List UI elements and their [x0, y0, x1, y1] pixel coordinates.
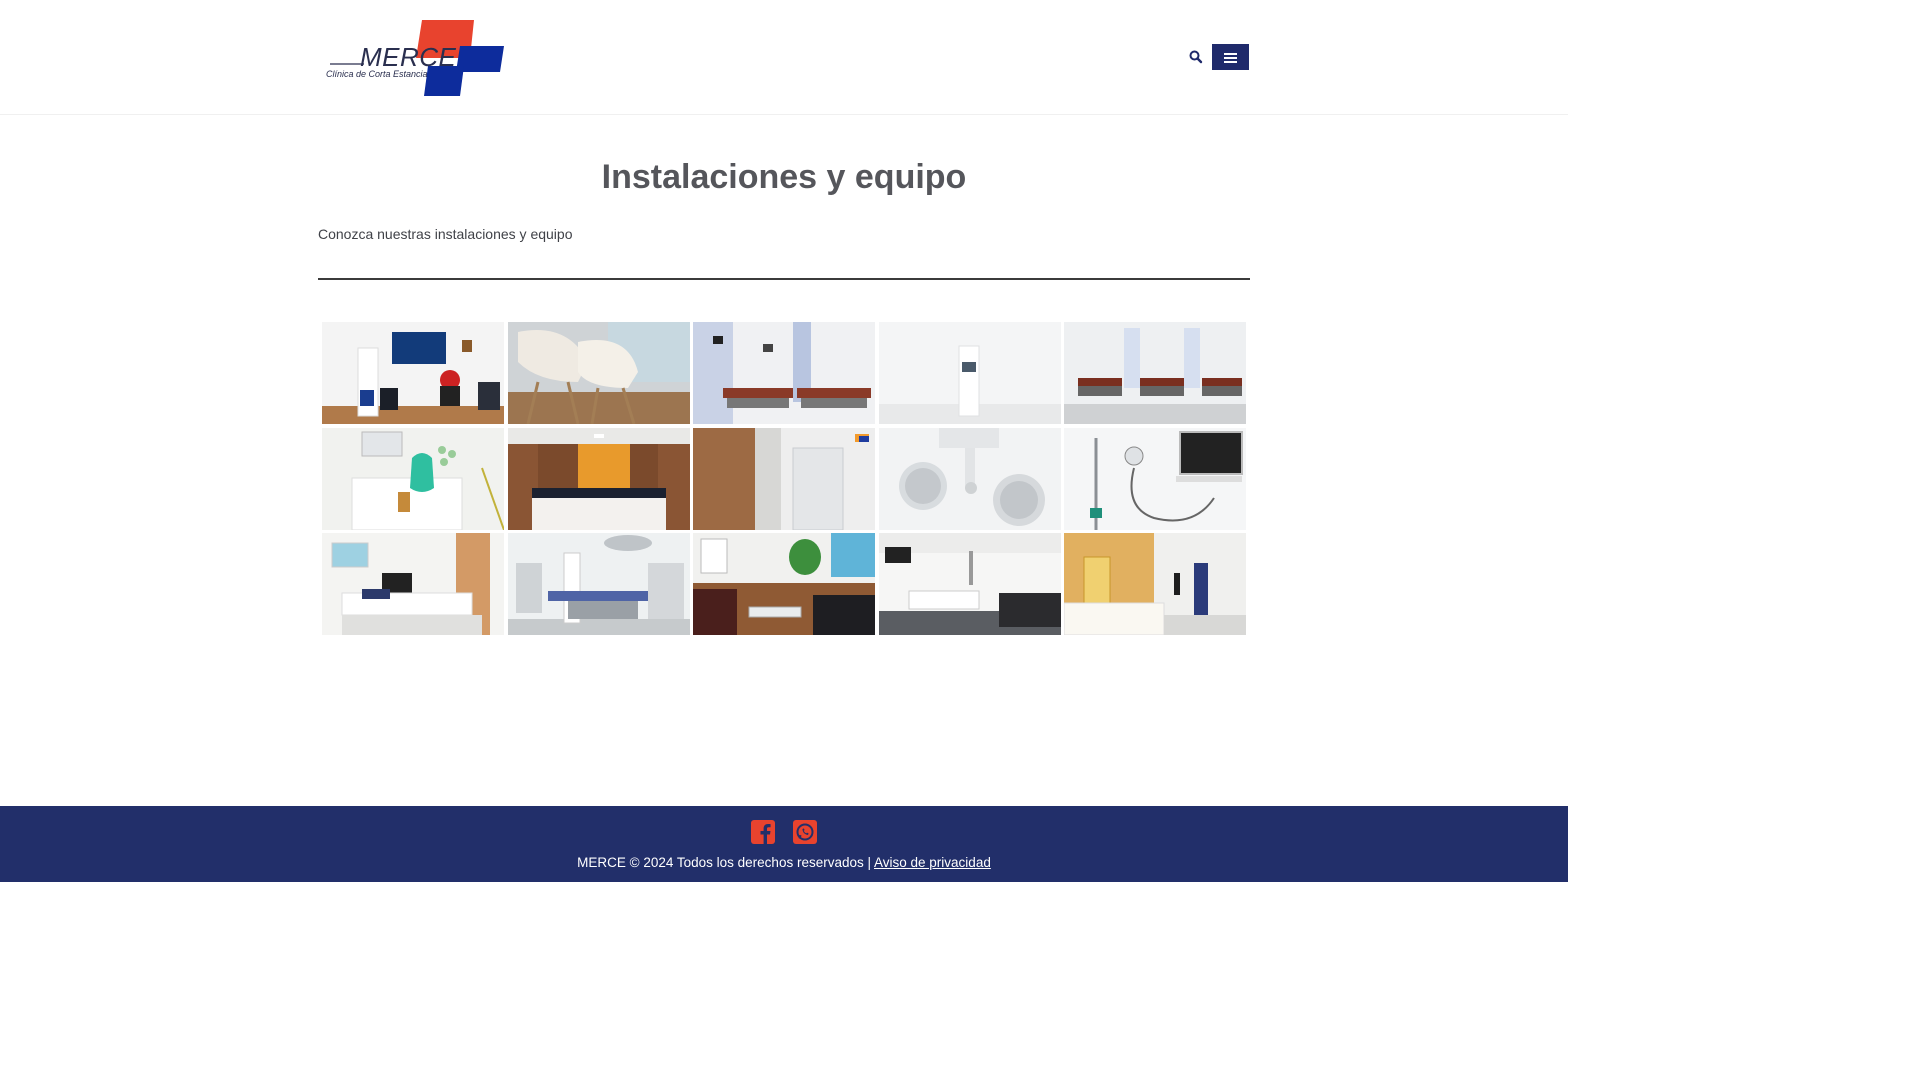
gallery-photo-chairs[interactable] [507, 322, 690, 424]
search-icon[interactable] [1188, 49, 1204, 65]
facebook-icon[interactable] [751, 820, 775, 844]
gallery-photo-recovery[interactable] [693, 322, 875, 424]
gallery-photo-corridor[interactable] [1064, 533, 1246, 635]
gallery-photo-patient-room[interactable] [878, 533, 1061, 635]
site-header: MERCE Clínica de Corta Estancia [0, 0, 1568, 115]
whatsapp-icon[interactable] [793, 820, 817, 844]
gallery-photo-reception[interactable] [322, 322, 504, 424]
gallery-photo-operating-room[interactable] [507, 533, 690, 635]
facilities-gallery [322, 322, 1246, 636]
gallery-photo-private-room[interactable] [322, 533, 504, 635]
menu-button[interactable] [1212, 44, 1249, 70]
gallery-photo-white-room[interactable] [878, 322, 1061, 424]
gallery-photo-surgical-lamps[interactable] [878, 427, 1061, 530]
copyright-text: MERCE © 2024 Todos los derechos reservad… [0, 855, 1568, 870]
gallery-photo-anesthesia[interactable] [322, 427, 504, 530]
page-intro: Conozca nuestras instalaciones y equipo [318, 226, 573, 242]
logo-tagline: Clínica de Corta Estancia [326, 69, 428, 79]
copyright-label: MERCE © 2024 Todos los derechos reservad… [577, 855, 871, 870]
hamburger-menu-icon [1224, 53, 1237, 55]
gallery-photo-lounge[interactable] [693, 533, 875, 635]
gallery-photo-wood-desk[interactable] [507, 427, 690, 530]
gallery-photo-ward[interactable] [1064, 322, 1246, 424]
privacy-policy-link[interactable]: Aviso de privacidad [874, 855, 991, 870]
gallery-photo-wood-hallway[interactable] [693, 427, 875, 530]
merce-logo[interactable]: MERCE Clínica de Corta Estancia [324, 18, 506, 98]
divider [318, 278, 1250, 280]
gallery-photo-iv-monitor[interactable] [1064, 427, 1246, 530]
page-title: Instalaciones y equipo [601, 158, 967, 196]
site-footer [0, 806, 1568, 882]
